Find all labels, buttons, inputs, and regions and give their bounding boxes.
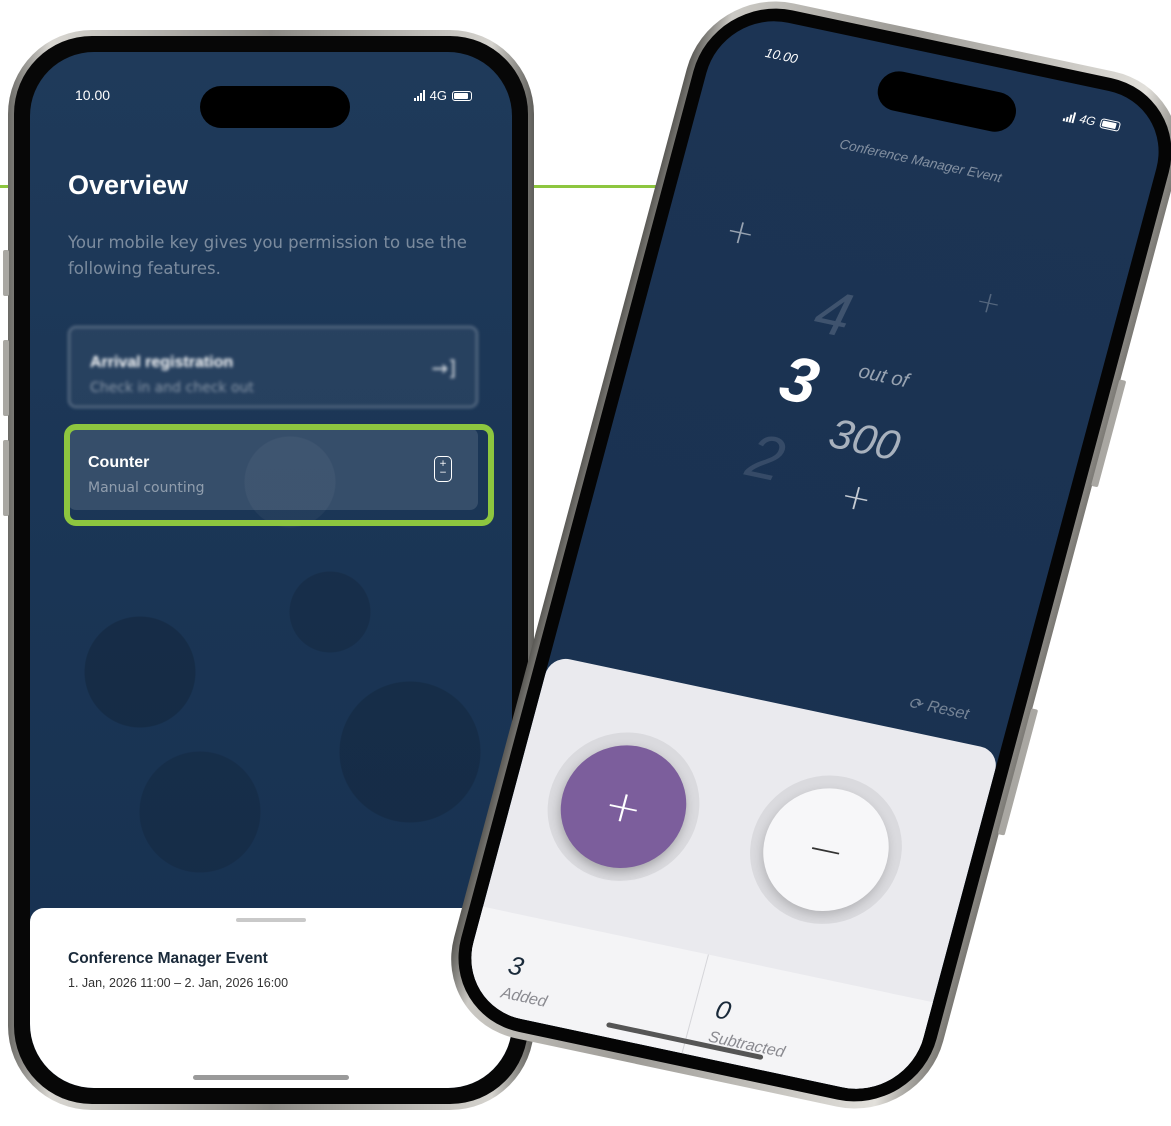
add-button-ring: + <box>530 718 717 895</box>
refresh-icon: ⟳ <box>906 694 924 715</box>
previous-count: 4 <box>807 277 860 351</box>
added-value: 3 <box>505 949 527 982</box>
out-of-label: out of <box>856 360 911 393</box>
next-count: 2 <box>739 421 792 496</box>
network-label: 4G <box>429 88 447 103</box>
phone-counter: 10.00 4G Conference Manager Event + + + … <box>431 0 1171 1125</box>
counter-stats: 3 Added 0 Subtracted <box>456 906 933 1101</box>
capacity-value: 300 <box>824 409 906 470</box>
event-sheet[interactable]: Conference Manager Event 1. Jan, 2026 11… <box>30 908 512 1088</box>
signal-icon <box>413 90 425 101</box>
page-description: Your mobile key gives you permission to … <box>68 233 467 278</box>
decorative-plus-icon: + <box>836 474 877 521</box>
feature-subtitle: Check in and check out <box>90 380 254 396</box>
volume-up-button <box>3 340 9 416</box>
feature-title: Arrival registration <box>90 354 234 371</box>
arrow-login-icon: →] <box>431 356 456 380</box>
reset-button[interactable]: ⟳ Reset <box>906 693 971 725</box>
feature-arrival-registration[interactable]: Arrival registration Check in and check … <box>68 326 478 408</box>
home-indicator[interactable] <box>193 1075 349 1080</box>
highlight-frame <box>64 424 494 526</box>
battery-icon <box>452 90 472 101</box>
sheet-handle[interactable] <box>236 918 306 922</box>
overview-screen: 10.00 4G Overview Your mobile key gives … <box>30 52 512 1088</box>
page-title: Overview <box>68 170 189 200</box>
volume-down-button <box>3 440 9 516</box>
status-indicators: 4G <box>1062 108 1122 133</box>
decorative-plus-icon: + <box>971 283 1006 323</box>
status-indicators: 4G <box>413 88 472 103</box>
battery-icon <box>1099 118 1122 132</box>
status-time: 10.00 <box>763 45 800 67</box>
event-name: Conference Manager Event <box>68 950 268 967</box>
added-label: Added <box>499 984 549 1011</box>
status-time: 10.00 <box>75 87 111 103</box>
network-label: 4G <box>1077 111 1098 129</box>
subtract-button-ring: − <box>733 761 919 938</box>
dynamic-island <box>873 67 1021 136</box>
event-dates: 1. Jan, 2026 11:00 – 2. Jan, 2026 16:00 <box>68 976 289 990</box>
reset-label: Reset <box>925 698 971 724</box>
subtract-button[interactable]: − <box>749 776 903 923</box>
side-button <box>3 250 9 296</box>
dynamic-island <box>200 86 350 128</box>
decorative-plus-icon: + <box>721 210 760 255</box>
phone-counter-wrapper: 10.00 4G Conference Manager Event + + + … <box>431 0 1171 1125</box>
current-count: 3 <box>772 341 827 419</box>
subtracted-value: 0 <box>712 993 735 1026</box>
add-button[interactable]: + <box>546 733 701 880</box>
signal-icon <box>1062 110 1077 123</box>
